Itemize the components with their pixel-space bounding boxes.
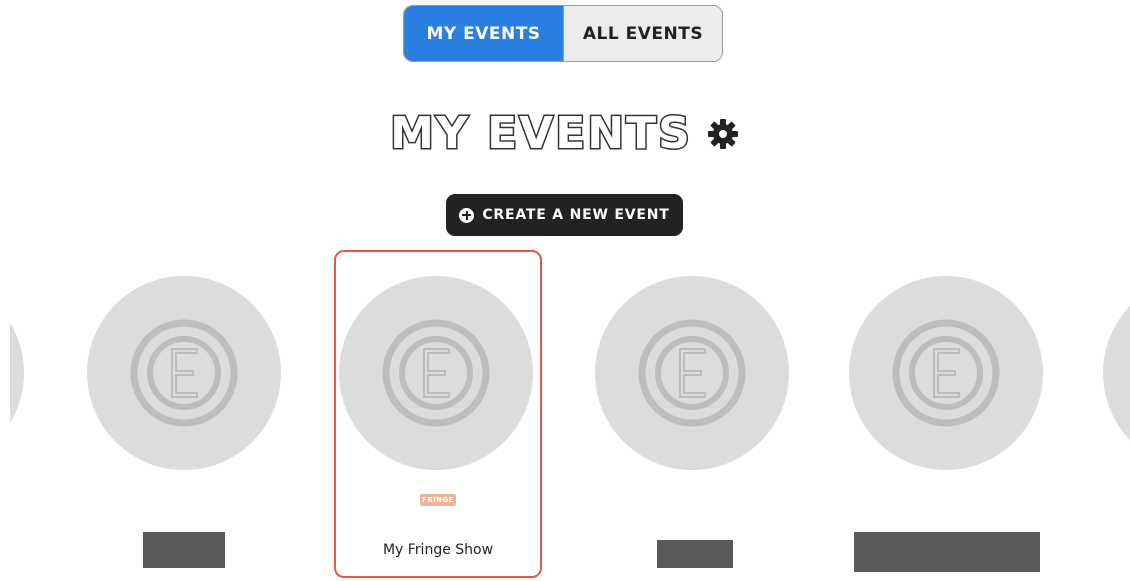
events-tabs: MY EVENTS ALL EVENTS (403, 5, 723, 62)
fringe-logo: FRINGE (420, 494, 456, 506)
event-placeholder-icon (892, 319, 1000, 427)
plus-circle-icon (459, 207, 475, 223)
event-card[interactable] (842, 250, 1050, 578)
event-card[interactable] (588, 250, 796, 578)
event-card[interactable] (80, 250, 288, 578)
create-event-button[interactable]: CREATE A NEW EVENT (446, 194, 683, 236)
page-heading: MY EVENTS (0, 108, 1130, 159)
event-avatar-partial-right[interactable] (1103, 276, 1130, 470)
redacted-event-name (657, 540, 733, 568)
gear-icon[interactable] (706, 117, 740, 151)
page-title: MY EVENTS (389, 108, 692, 159)
event-avatar (339, 276, 533, 470)
event-card-selected[interactable]: FRINGE My Fringe Show (334, 250, 542, 578)
event-placeholder-icon (638, 319, 746, 427)
event-name: My Fringe Show (382, 542, 494, 558)
event-avatar (87, 276, 281, 470)
tab-my-events[interactable]: MY EVENTS (404, 6, 563, 61)
create-event-label: CREATE A NEW EVENT (482, 207, 670, 223)
event-placeholder-icon (130, 319, 238, 427)
redacted-event-name (854, 532, 1040, 572)
redacted-event-name (143, 532, 225, 568)
event-avatar (595, 276, 789, 470)
tab-all-events[interactable]: ALL EVENTS (563, 6, 722, 61)
events-carousel[interactable]: FRINGE My Fringe Show (0, 250, 1130, 581)
carousel-left-mask (0, 250, 10, 581)
event-placeholder-icon (382, 319, 490, 427)
event-avatar (849, 276, 1043, 470)
events-page: MY EVENTS ALL EVENTS MY EVENTS CREATE A … (0, 0, 1130, 581)
